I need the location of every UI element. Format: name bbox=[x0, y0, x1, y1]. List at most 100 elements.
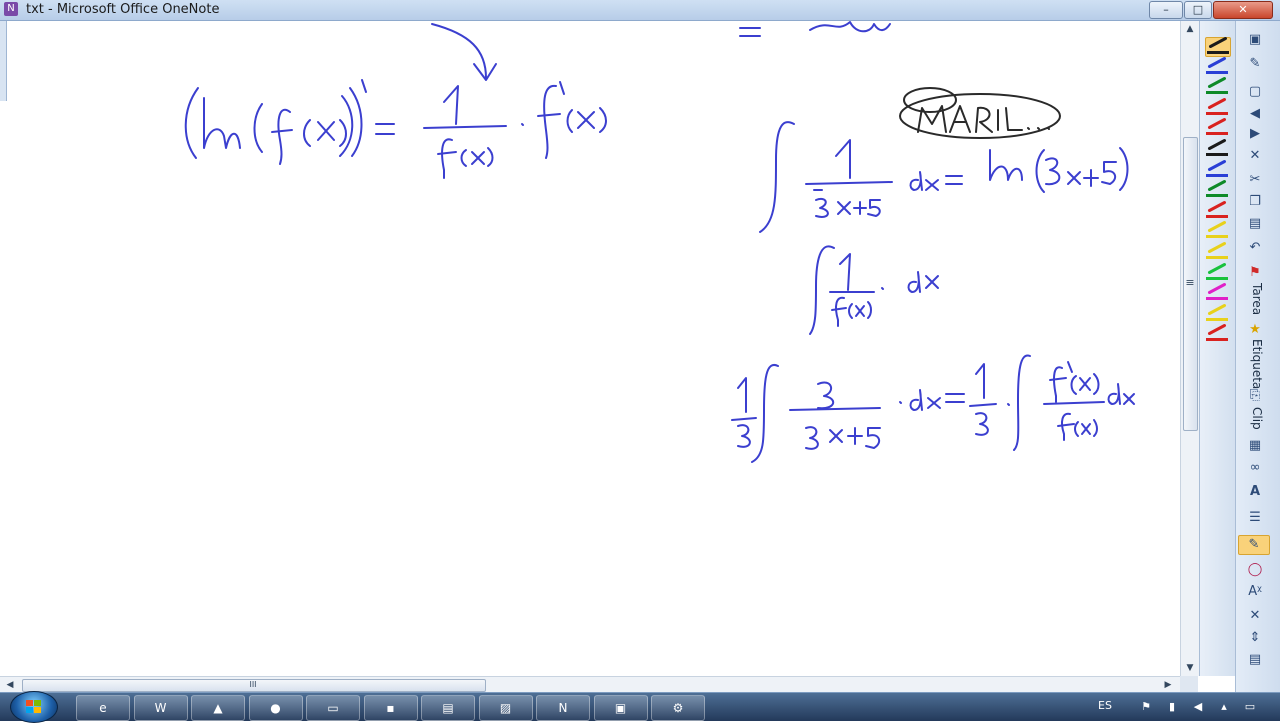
taskbar-onenote-button[interactable]: N bbox=[536, 695, 590, 721]
copy-icon[interactable]: ❐ bbox=[1244, 193, 1266, 211]
scroll-left-arrow[interactable]: ◀ bbox=[2, 677, 18, 693]
system-tray: ES ⚑ ▮ ◀ ▴ ▭ bbox=[1080, 693, 1280, 721]
pen-color-swatch bbox=[1206, 91, 1228, 95]
pen-mode-icon[interactable]: ✎ bbox=[1244, 55, 1266, 73]
lasso-icon[interactable]: ◯ bbox=[1244, 561, 1266, 579]
font-icon[interactable]: A bbox=[1244, 483, 1266, 501]
pen-palette bbox=[1199, 21, 1235, 676]
taskbar-word-button[interactable]: W bbox=[133, 695, 188, 721]
pen-stroke-icon bbox=[1207, 117, 1227, 130]
horizontal-scrollbar[interactable]: ◀ III ▶ bbox=[0, 676, 1180, 693]
pen-color-1[interactable] bbox=[1205, 56, 1229, 76]
pen-stroke-icon bbox=[1207, 323, 1227, 336]
pen-color-11[interactable] bbox=[1205, 262, 1229, 282]
vertical-scrollbar[interactable]: ▲ ≡ ▼ bbox=[1180, 21, 1199, 676]
scroll-up-arrow[interactable]: ▲ bbox=[1181, 21, 1199, 37]
taskbar-terminal-button[interactable]: ▪ bbox=[363, 695, 418, 721]
taskbar-folder-button[interactable]: ▨ bbox=[478, 695, 533, 721]
pen-color-swatch bbox=[1206, 297, 1228, 301]
star-icon[interactable]: ★ bbox=[1244, 321, 1266, 339]
pen-color-10[interactable] bbox=[1205, 241, 1229, 261]
language-indicator[interactable]: ES bbox=[1098, 699, 1112, 712]
paste-icon[interactable]: ▤ bbox=[1244, 215, 1266, 233]
minimize-button[interactable]: – bbox=[1149, 1, 1183, 19]
pen-stroke-icon bbox=[1207, 282, 1227, 295]
maximize-button[interactable]: □ bbox=[1184, 1, 1212, 19]
pen-color-3[interactable] bbox=[1205, 97, 1229, 117]
pen-color-5[interactable] bbox=[1205, 138, 1229, 158]
pen-stroke-icon bbox=[1207, 200, 1227, 213]
taskbar-internet-explorer-button[interactable]: e bbox=[76, 695, 130, 721]
taskbar-display-button[interactable]: ▣ bbox=[593, 695, 648, 721]
delete-page-icon[interactable]: ✕ bbox=[1244, 147, 1266, 165]
start-button[interactable] bbox=[10, 691, 58, 723]
text-format-icon[interactable]: Aᵡ bbox=[1244, 583, 1266, 601]
link-icon[interactable]: ∞ bbox=[1244, 459, 1266, 477]
left-panel-grip[interactable] bbox=[0, 21, 7, 101]
pen-color-9[interactable] bbox=[1205, 220, 1229, 240]
title-bar: N txt - Microsoft Office OneNote – □ ✕ bbox=[0, 0, 1280, 21]
pen-stroke-icon bbox=[1207, 159, 1227, 172]
volume-icon[interactable]: ◀ bbox=[1190, 699, 1206, 715]
scroll-right-arrow[interactable]: ▶ bbox=[1160, 677, 1176, 693]
pen-color-swatch bbox=[1206, 70, 1228, 74]
pen-stroke-icon bbox=[1207, 179, 1227, 192]
clip-label[interactable]: Clip bbox=[1250, 407, 1264, 430]
taskbar-tools-button[interactable]: ⚙ bbox=[651, 695, 705, 721]
flag-icon[interactable]: ⚑ bbox=[1244, 264, 1266, 282]
pen-stroke-icon bbox=[1207, 56, 1227, 69]
pen-stroke-icon bbox=[1207, 241, 1227, 254]
page-view-icon[interactable]: ▣ bbox=[1244, 31, 1266, 49]
pen-color-14[interactable] bbox=[1205, 323, 1229, 343]
scroll-down-arrow[interactable]: ▼ bbox=[1181, 660, 1199, 676]
pen-color-0[interactable] bbox=[1205, 36, 1231, 57]
pen-color-swatch bbox=[1206, 338, 1228, 342]
etiqueta-label[interactable]: Etiqueta bbox=[1250, 339, 1264, 389]
taskbar-photo-viewer-button[interactable]: ▲ bbox=[191, 695, 245, 721]
taskbar-firefox-button[interactable]: ● bbox=[248, 695, 303, 721]
pen-color-swatch bbox=[1206, 214, 1228, 218]
forward-icon[interactable]: ▶ bbox=[1244, 125, 1266, 143]
vertical-scroll-grip: ≡ bbox=[1185, 276, 1195, 289]
onenote-app-icon[interactable]: N bbox=[4, 2, 18, 16]
note-canvas[interactable] bbox=[0, 21, 1180, 676]
windows-logo-icon bbox=[26, 700, 41, 713]
pen-color-swatch bbox=[1206, 153, 1228, 156]
taskbar-explorer-button[interactable]: ▭ bbox=[306, 695, 360, 721]
horizontal-scroll-grip: III bbox=[249, 680, 257, 689]
pen-color-8[interactable] bbox=[1205, 200, 1229, 220]
eraser-icon[interactable]: ✕ bbox=[1244, 607, 1266, 625]
back-icon[interactable]: ◀ bbox=[1244, 105, 1266, 123]
pen-color-swatch bbox=[1207, 51, 1229, 54]
tray-arrow-icon[interactable]: ▴ bbox=[1216, 699, 1232, 715]
cut-icon[interactable]: ✂ bbox=[1244, 171, 1266, 189]
pen-color-2[interactable] bbox=[1205, 76, 1229, 96]
flag-tray-icon[interactable]: ⚑ bbox=[1138, 699, 1154, 715]
pen-color-swatch bbox=[1206, 235, 1228, 239]
notes-list-icon[interactable]: ▤ bbox=[1244, 651, 1266, 669]
insert-space-icon[interactable]: ⇕ bbox=[1244, 629, 1266, 647]
pen-color-swatch bbox=[1206, 194, 1228, 198]
new-page-icon[interactable]: ▢ bbox=[1244, 83, 1266, 101]
pen-color-4[interactable] bbox=[1205, 117, 1229, 137]
pen-stroke-icon bbox=[1208, 36, 1228, 49]
pen-color-12[interactable] bbox=[1205, 282, 1229, 302]
pen-stroke-icon bbox=[1207, 262, 1227, 275]
undo-icon[interactable]: ↶ bbox=[1244, 239, 1266, 257]
tarea-label[interactable]: Tarea bbox=[1250, 283, 1264, 315]
clip-icon[interactable]: ⎘ bbox=[1244, 387, 1266, 405]
active-pen-icon[interactable]: ✎ bbox=[1238, 535, 1270, 555]
taskbar-notebook-button[interactable]: ▤ bbox=[421, 695, 475, 721]
table-icon[interactable]: ▦ bbox=[1244, 437, 1266, 455]
bullets-icon[interactable]: ☰ bbox=[1244, 509, 1266, 527]
pen-stroke-icon bbox=[1207, 138, 1227, 151]
side-toolbar: ▣ ✎ ▢ ◀ ▶ ✕ ✂ ❐ ▤ ↶ ⚑ Tarea ★ Etiqueta ⎘… bbox=[1235, 21, 1280, 692]
show-desktop-icon[interactable]: ▭ bbox=[1242, 699, 1258, 715]
pen-color-swatch bbox=[1206, 132, 1228, 136]
pen-color-swatch bbox=[1206, 276, 1228, 280]
pen-color-6[interactable] bbox=[1205, 159, 1229, 179]
pen-color-13[interactable] bbox=[1205, 303, 1229, 323]
network-icon[interactable]: ▮ bbox=[1164, 699, 1180, 715]
close-button[interactable]: ✕ bbox=[1213, 1, 1273, 19]
pen-color-7[interactable] bbox=[1205, 179, 1229, 199]
